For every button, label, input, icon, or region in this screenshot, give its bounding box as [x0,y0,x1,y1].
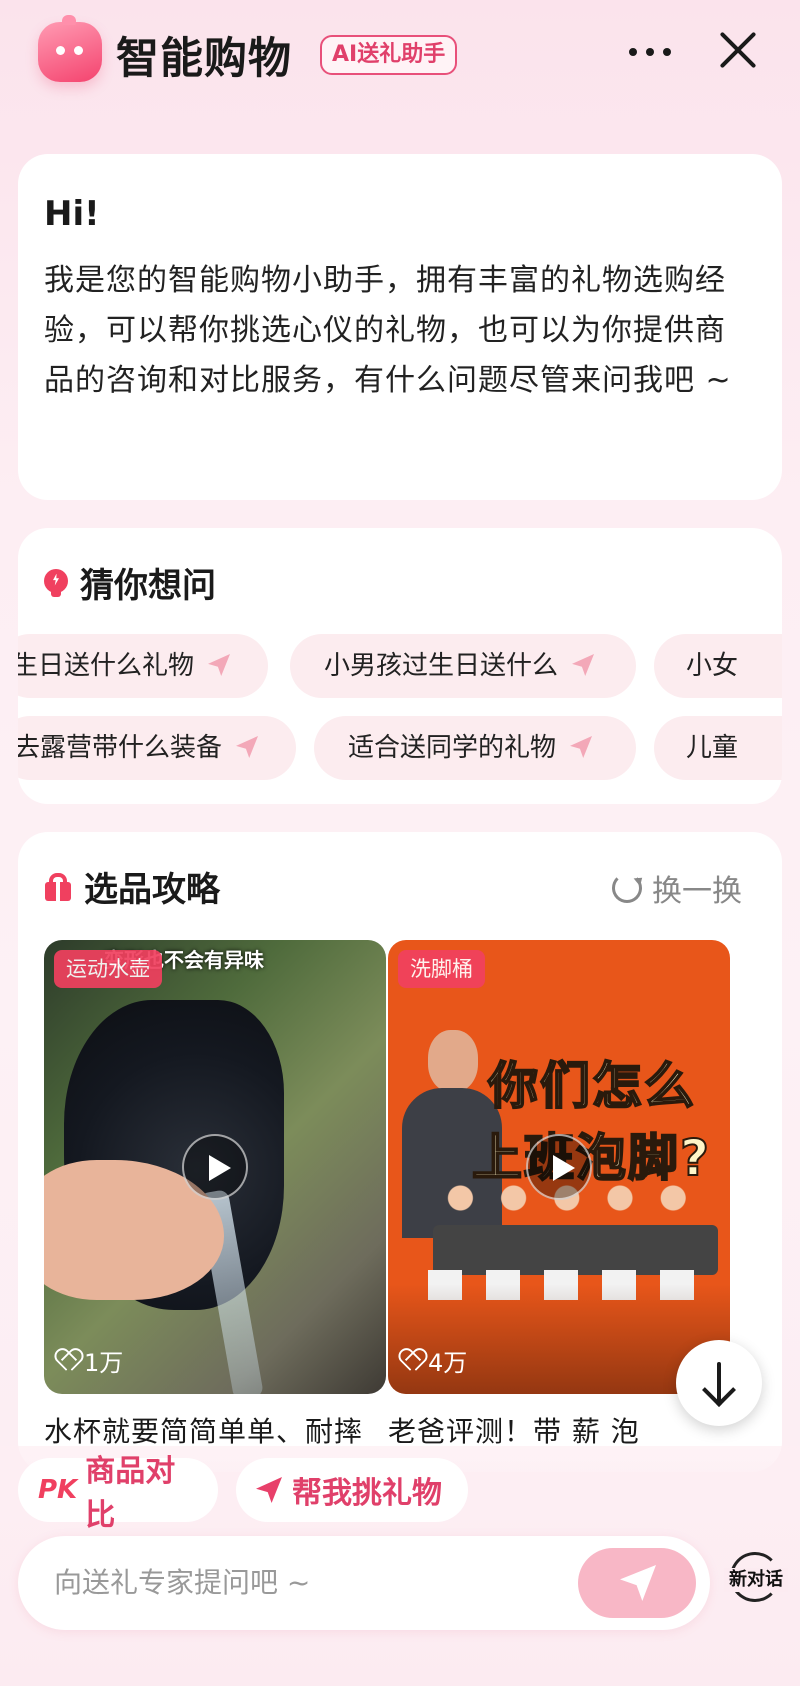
video-overlay-text: 你们怎么 上班泡脚? [471,1050,711,1194]
overlay-line-2: 上班泡脚? [471,1128,712,1188]
suggestion-chip[interactable]: 小男孩过生日送什么 [290,634,636,698]
send-button[interactable] [578,1548,696,1618]
pick-gift-label: 帮我挑礼物 [292,1476,442,1511]
suggestion-chip-label: 适合送同学的礼物 [348,733,557,763]
suggestion-chip-label: 去露营带什么装备 [18,733,223,763]
pk-icon: PK [38,1475,78,1505]
new-chat-label: 新对话 [724,1568,788,1592]
lightbulb-icon [44,568,68,597]
app-logo-icon [38,15,102,82]
suggestion-chip-label: 小女 [686,651,739,681]
suggestion-chip-label: 儿童 [686,733,739,763]
buying-guide-header: 选品攻略 [44,862,220,911]
video-thumbnail[interactable]: 变形也不会有异味 运动水壶 1万 [44,940,386,1394]
suggestion-chip[interactable]: 儿童 [654,716,782,780]
send-icon [572,654,595,676]
play-icon[interactable] [526,1134,592,1200]
overlay-line-1: 你们怎么 [487,1056,696,1116]
buying-guide-card: 选品攻略 换一换 变形也不会有异味 运动水壶 1万 水杯就要简简单单、耐摔 你们… [18,832,782,1472]
category-tag: 洗脚桶 [398,950,485,988]
question-input[interactable]: 向送礼专家提问吧 ~ [18,1536,710,1630]
heart-icon [400,1350,422,1372]
gift-icon [44,872,72,901]
suggested-questions-card: 猜你想问 生日送什么礼物 小男孩过生日送什么 小女 去露营带什么装备 适合送同学… [18,528,782,804]
send-icon [256,1477,282,1503]
refresh-label: 换一换 [652,874,742,909]
video-title[interactable]: 老爸评测！带 薪 泡 [388,1410,688,1450]
refresh-button[interactable]: 换一换 [612,866,742,910]
new-chat-button[interactable]: 新对话 [724,1550,788,1614]
video-title[interactable]: 水杯就要简简单单、耐摔 [44,1410,384,1450]
ai-gift-assistant-badge: AI送礼助手 [320,35,458,75]
greeting-card: Hi! 我是您的智能购物小助手，拥有丰富的礼物选购经验，可以帮你挑选心仪的礼物，… [18,154,782,500]
compare-products-button[interactable]: PK 商品对比 [18,1454,218,1533]
send-icon [236,736,259,758]
close-icon[interactable] [716,28,760,72]
suggestion-chip[interactable]: 去露营带什么装备 [18,716,296,780]
suggestion-chip-label: 生日送什么礼物 [18,651,195,681]
bench-image [433,1225,718,1275]
suggestion-chip[interactable]: 小女 [654,634,782,698]
send-icon [570,736,593,758]
app-header: 智能购物 AI送礼助手 [0,0,800,110]
like-count: 1万 [56,1343,123,1378]
category-tag: 运动水壶 [54,950,162,988]
buying-guide-title: 选品攻略 [84,870,220,910]
like-count: 4万 [400,1343,467,1378]
suggestion-row-2: 去露营带什么装备 适合送同学的礼物 儿童 [18,716,782,780]
heart-icon [56,1350,78,1372]
app-title: 智能购物 [116,34,292,84]
like-count-value: 4万 [428,1349,468,1377]
more-options-button[interactable] [625,34,675,70]
refresh-icon [612,873,642,903]
play-icon[interactable] [182,1134,248,1200]
question-input-placeholder: 向送礼专家提问吧 ~ [54,1566,311,1599]
video-thumbnail[interactable]: 你们怎么 上班泡脚? 洗脚桶 4万 [388,940,730,1394]
send-icon [208,654,231,676]
suggestion-chip-label: 小男孩过生日送什么 [324,651,559,681]
scroll-down-icon[interactable] [676,1340,762,1426]
greeting-title: Hi! [44,194,100,234]
pick-gift-button[interactable]: 帮我挑礼物 [236,1458,468,1522]
compare-products-label: 商品对比 [85,1454,176,1533]
suggestion-chip[interactable]: 适合送同学的礼物 [314,716,636,780]
suggested-questions-title: 猜你想问 [80,566,216,606]
greeting-intro: 我是您的智能购物小助手，拥有丰富的礼物选购经验，可以帮你挑选心仪的礼物，也可以为… [44,263,732,398]
like-count-value: 1万 [84,1349,124,1377]
suggestion-row-1: 生日送什么礼物 小男孩过生日送什么 小女 [18,634,782,698]
suggestion-chip[interactable]: 生日送什么礼物 [18,634,268,698]
suggested-questions-header: 猜你想问 [44,558,216,607]
